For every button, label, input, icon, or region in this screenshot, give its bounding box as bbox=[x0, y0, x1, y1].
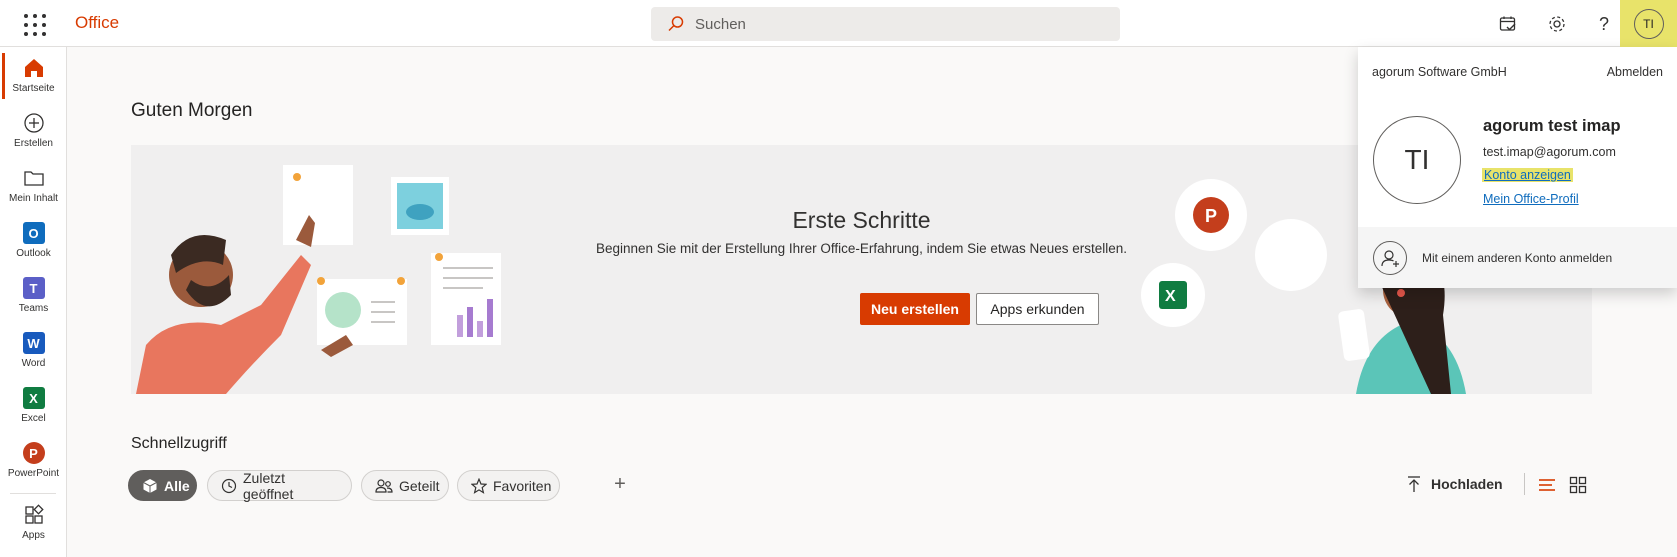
rail-item-teams[interactable]: T Teams bbox=[0, 269, 67, 323]
people-icon bbox=[375, 478, 393, 494]
settings-gear-icon[interactable] bbox=[1541, 8, 1573, 40]
word-icon: W bbox=[22, 331, 46, 355]
rail-item-erstellen[interactable]: Erstellen bbox=[0, 104, 67, 158]
my-day-icon[interactable] bbox=[1492, 8, 1524, 40]
create-new-button[interactable]: Neu erstellen bbox=[860, 293, 970, 325]
filter-label: Geteilt bbox=[399, 477, 440, 494]
search-icon bbox=[668, 16, 684, 32]
grid-view-icon[interactable] bbox=[1569, 476, 1587, 499]
plus-circle-icon bbox=[22, 111, 46, 135]
upload-icon bbox=[1408, 476, 1420, 492]
help-icon[interactable]: ? bbox=[1588, 8, 1620, 40]
cube-icon bbox=[142, 478, 158, 494]
outlook-icon: O bbox=[22, 221, 46, 245]
account-email: test.imap@agorum.com bbox=[1483, 145, 1616, 159]
search-box[interactable] bbox=[651, 7, 1120, 41]
powerpoint-icon: P bbox=[22, 441, 46, 465]
app-rail: Startseite Erstellen Mein Inhalt O Outlo… bbox=[0, 47, 67, 557]
company-name: agorum Software GmbH bbox=[1372, 65, 1507, 79]
rail-divider bbox=[10, 493, 56, 494]
rail-label: Teams bbox=[18, 303, 49, 314]
search-input[interactable] bbox=[695, 15, 1075, 33]
account-manager-button[interactable]: TI bbox=[1620, 0, 1677, 47]
quick-access-title: Schnellzugriff bbox=[131, 435, 227, 452]
rail-item-apps[interactable]: Apps bbox=[0, 496, 67, 550]
rail-label: Outlook bbox=[16, 248, 51, 259]
rail-label: Apps bbox=[22, 530, 45, 541]
folder-icon bbox=[22, 166, 46, 190]
account-flyout: agorum Software GmbH Abmelden TI agorum … bbox=[1358, 47, 1677, 288]
view-account-link[interactable]: Konto anzeigen bbox=[1482, 168, 1573, 182]
filter-all[interactable]: Alle bbox=[128, 470, 197, 501]
sign-out-button[interactable]: Abmelden bbox=[1607, 65, 1663, 79]
filter-recent[interactable]: Zuletzt geöffnet bbox=[207, 469, 352, 502]
filter-shared[interactable]: Geteilt bbox=[361, 470, 449, 501]
rail-label: Startseite bbox=[12, 83, 55, 94]
avatar[interactable]: TI bbox=[1633, 8, 1664, 39]
home-icon bbox=[22, 56, 46, 80]
rail-item-startseite[interactable]: Startseite bbox=[0, 49, 67, 103]
hero-illustration-left bbox=[136, 165, 501, 394]
rail-item-word[interactable]: W Word bbox=[0, 324, 67, 378]
apps-grid-icon bbox=[22, 503, 46, 527]
filter-favorites[interactable]: Favoriten bbox=[457, 470, 560, 501]
rail-label: Word bbox=[21, 358, 46, 369]
star-icon bbox=[471, 477, 487, 494]
sign-in-other-account[interactable]: Mit einem anderen Konto anmelden bbox=[1358, 227, 1677, 288]
rail-item-outlook[interactable]: O Outlook bbox=[0, 214, 67, 268]
view-divider bbox=[1524, 473, 1525, 495]
page-title: Guten Morgen bbox=[131, 100, 253, 121]
filter-label: Alle bbox=[164, 477, 190, 494]
upload-button[interactable]: Hochladen bbox=[1406, 475, 1503, 493]
clock-icon bbox=[221, 478, 237, 494]
teams-icon: T bbox=[22, 276, 46, 300]
rail-label: PowerPoint bbox=[7, 468, 60, 479]
upload-label: Hochladen bbox=[1431, 476, 1503, 492]
list-view-icon[interactable] bbox=[1538, 476, 1556, 499]
excel-icon: X bbox=[22, 386, 46, 410]
other-account-label: Mit einem anderen Konto anmelden bbox=[1422, 250, 1613, 265]
svg-text:X: X bbox=[1165, 288, 1176, 305]
office-profile-link[interactable]: Mein Office-Profil bbox=[1483, 192, 1579, 206]
account-avatar: TI bbox=[1373, 116, 1461, 204]
rail-label: Mein Inhalt bbox=[9, 193, 58, 204]
svg-text:P: P bbox=[1205, 206, 1217, 226]
rail-item-mein-inhalt[interactable]: Mein Inhalt bbox=[0, 159, 67, 213]
office-brand-link[interactable]: Office bbox=[75, 13, 119, 33]
filter-label: Zuletzt geöffnet bbox=[243, 469, 294, 502]
rail-label: Excel bbox=[21, 413, 46, 424]
app-launcher-icon[interactable] bbox=[18, 11, 48, 37]
filter-label: Favoriten bbox=[493, 477, 552, 494]
top-bar: Office ? TI bbox=[0, 0, 1677, 47]
add-filter-button[interactable]: + bbox=[608, 473, 632, 496]
account-name: agorum test imap bbox=[1483, 117, 1621, 135]
add-person-icon bbox=[1373, 240, 1407, 275]
explore-apps-button[interactable]: Apps erkunden bbox=[976, 293, 1099, 325]
rail-item-powerpoint[interactable]: P PowerPoint bbox=[0, 434, 67, 488]
rail-label: Erstellen bbox=[14, 138, 53, 149]
rail-item-excel[interactable]: X Excel bbox=[0, 379, 67, 433]
